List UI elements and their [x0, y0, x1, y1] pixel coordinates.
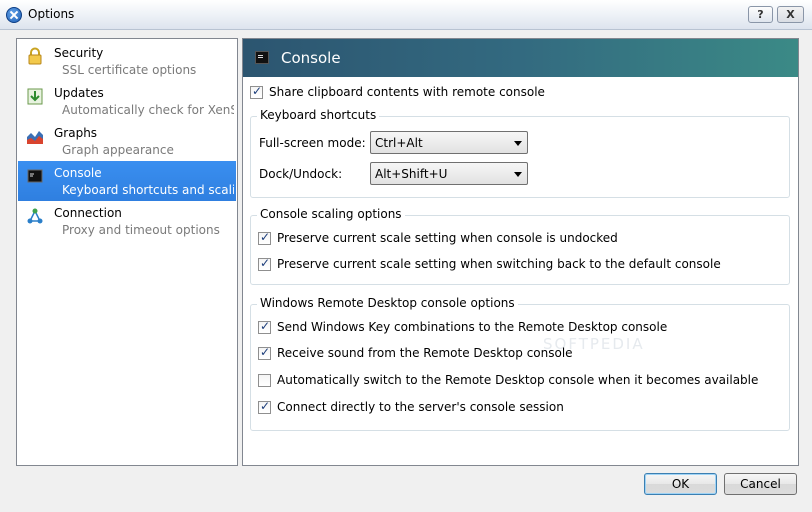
- lock-icon: [28, 47, 42, 65]
- title-bar: Options ? X: [0, 0, 812, 30]
- download-icon: [27, 88, 43, 105]
- help-button[interactable]: ?: [748, 6, 773, 23]
- console-icon: [27, 169, 43, 183]
- option-checkbox[interactable]: [258, 399, 271, 414]
- panel-header: Console: [243, 39, 798, 77]
- option-checkbox[interactable]: [258, 256, 271, 271]
- nav-item-description: Proxy and timeout options: [62, 223, 220, 237]
- cancel-button[interactable]: Cancel: [724, 473, 797, 495]
- graph-icon: [27, 131, 43, 144]
- group-title: Keyboard shortcuts: [257, 108, 380, 122]
- select-value: Alt+Shift+U: [375, 167, 448, 181]
- nav-item-description: Automatically check for XenS...: [62, 103, 234, 117]
- dock-undock-select[interactable]: Alt+Shift+U: [370, 162, 528, 185]
- nav-item-description: Keyboard shortcuts and scalin...: [62, 183, 234, 197]
- checkbox-label: Automatically switch to the Remote Deskt…: [277, 373, 759, 387]
- group-title: Windows Remote Desktop console options: [257, 296, 518, 310]
- nav-item-label: Security: [54, 46, 104, 60]
- fullscreen-mode-label: Full-screen mode:: [259, 136, 366, 150]
- option-checkbox[interactable]: [258, 345, 271, 360]
- nav-item-label: Graphs: [54, 126, 98, 140]
- nav-item-updates[interactable]: Updates Automatically check for XenS...: [18, 81, 236, 121]
- chevron-down-icon: [514, 172, 522, 177]
- option-checkbox[interactable]: [258, 230, 271, 245]
- console-settings-panel: Console Share clipboard contents with re…: [242, 38, 799, 466]
- app-icon: [6, 7, 22, 23]
- network-icon: [27, 208, 43, 224]
- option-checkbox[interactable]: [258, 374, 271, 387]
- checkbox-label: Receive sound from the Remote Desktop co…: [277, 346, 573, 360]
- dock-undock-label: Dock/Undock:: [259, 167, 343, 181]
- option-checkbox[interactable]: [258, 319, 271, 334]
- checkbox-label: Send Windows Key combinations to the Rem…: [277, 320, 668, 334]
- group-title: Console scaling options: [257, 207, 405, 221]
- nav-item-label: Updates: [54, 86, 104, 100]
- checkbox-label: Preserve current scale setting when cons…: [277, 231, 618, 245]
- nav-item-console[interactable]: Console Keyboard shortcuts and scalin...: [18, 161, 236, 201]
- checkbox-label: Connect directly to the server's console…: [277, 400, 564, 414]
- options-nav: Security SSL certificate options Updates…: [16, 38, 238, 466]
- panel-title: Console: [281, 49, 341, 67]
- console-icon: [255, 51, 269, 64]
- nav-item-description: SSL certificate options: [62, 63, 197, 77]
- close-button[interactable]: X: [777, 6, 804, 23]
- nav-item-connection[interactable]: Connection Proxy and timeout options: [18, 201, 236, 241]
- ok-button[interactable]: OK: [644, 473, 717, 495]
- console-scaling-group: Console scaling options Preserve current…: [250, 207, 790, 285]
- nav-item-label: Connection: [54, 206, 122, 220]
- checkbox-label: Share clipboard contents with remote con…: [269, 85, 545, 99]
- select-value: Ctrl+Alt: [375, 136, 423, 150]
- fullscreen-mode-select[interactable]: Ctrl+Alt: [370, 131, 528, 154]
- keyboard-shortcuts-group: Keyboard shortcuts Full-screen mode: Ctr…: [250, 108, 790, 198]
- nav-item-description: Graph appearance: [62, 143, 174, 157]
- window-title: Options: [28, 7, 75, 21]
- checkbox-label: Preserve current scale setting when swit…: [277, 257, 721, 271]
- share-clipboard-checkbox[interactable]: [250, 84, 263, 99]
- chevron-down-icon: [514, 141, 522, 146]
- nav-item-security[interactable]: Security SSL certificate options: [18, 41, 236, 81]
- remote-desktop-group: Windows Remote Desktop console options S…: [250, 296, 790, 431]
- nav-item-graphs[interactable]: Graphs Graph appearance: [18, 121, 236, 161]
- nav-item-label: Console: [54, 166, 102, 180]
